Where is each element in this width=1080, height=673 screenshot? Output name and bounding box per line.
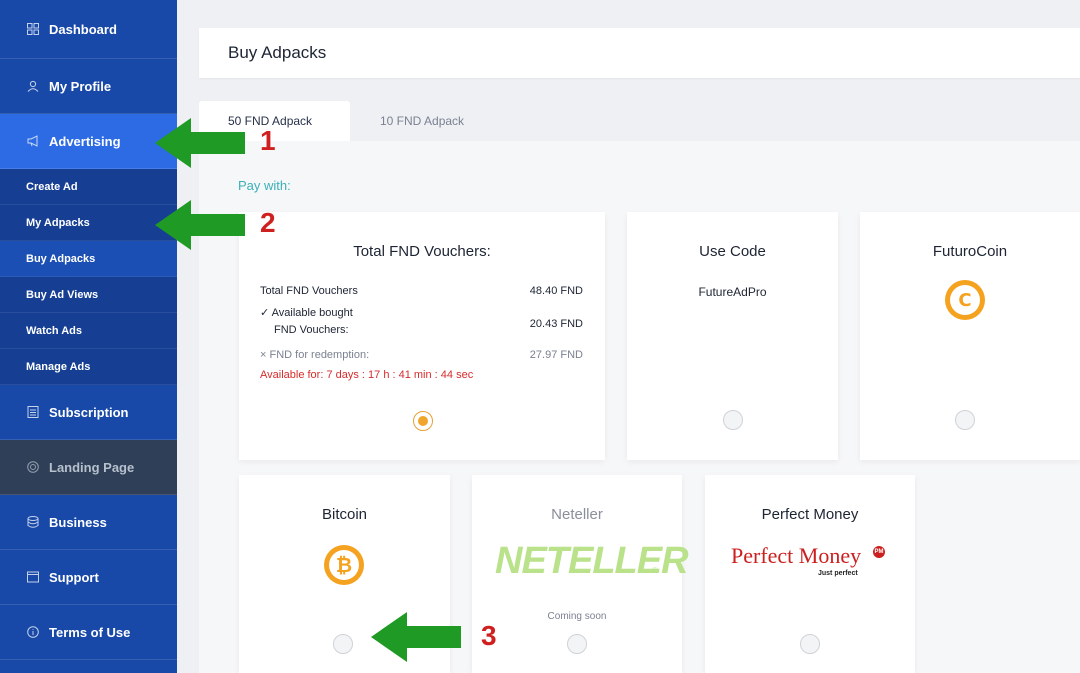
sidebar-item-label: Buy Adpacks: [26, 252, 96, 265]
voucher-available-value: 20.43 FND: [529, 318, 583, 330]
sidebar-item-buy-ad-views[interactable]: Buy Ad Views: [0, 277, 177, 313]
neteller-logo: NETELLER: [495, 540, 689, 582]
radio-bitcoin[interactable]: [333, 634, 353, 654]
database-icon: [26, 515, 40, 529]
sidebar-item-label: My Adpacks: [26, 216, 90, 229]
payment-card-futurocoin[interactable]: FuturoCoin C: [860, 212, 1080, 460]
annotation-number-3: 3: [481, 620, 497, 651]
sidebar: Dashboard My Profile Advertising Create …: [0, 0, 177, 673]
card-title: Neteller: [551, 506, 603, 523]
sidebar-item-advertising[interactable]: Advertising: [0, 114, 177, 169]
pay-with-label: Pay with:: [238, 178, 291, 193]
user-icon: [26, 79, 40, 93]
payment-card-perfect-money[interactable]: Perfect Money: [705, 475, 915, 673]
sidebar-item-label: Buy Ad Views: [26, 288, 99, 301]
sidebar-item-label: Create Ad: [26, 180, 78, 193]
payment-card-use-code[interactable]: Use Code FutureAdPro: [627, 212, 838, 460]
bitcoin-icon: ₿: [324, 545, 364, 585]
perfect-money-tagline: Just perfect: [818, 570, 858, 577]
sidebar-item-watch-ads[interactable]: Watch Ads: [0, 313, 177, 349]
sidebar-item-label: Landing Page: [49, 459, 135, 475]
sidebar-item-label: Manage Ads: [26, 360, 91, 373]
radio-vouchers[interactable]: [413, 411, 433, 431]
card-title: Total FND Vouchers:: [353, 243, 491, 260]
voucher-available-label: ✓ Available bought: [260, 307, 353, 319]
target-icon: [26, 460, 40, 474]
sidebar-item-manage-ads[interactable]: Manage Ads: [0, 349, 177, 385]
perfect-money-badge: PM: [873, 546, 885, 558]
radio-perfect-money[interactable]: [800, 634, 820, 654]
card-title: Perfect Money: [761, 506, 859, 523]
radio-futurocoin[interactable]: [955, 410, 975, 430]
sidebar-item-label: Business: [49, 514, 107, 530]
sidebar-item-label: Dashboard: [49, 21, 117, 37]
sidebar-item-create-ad[interactable]: Create Ad: [0, 169, 177, 205]
neteller-registered-mark: ®: [652, 566, 658, 575]
annotation-number-1: 1: [260, 125, 276, 156]
perfect-money-logo: Perfect Money: [731, 543, 862, 568]
sidebar-item-support[interactable]: Support: [0, 550, 177, 605]
voucher-total-label: Total FND Vouchers: [260, 285, 358, 297]
sidebar-item-label: Subscription: [49, 404, 129, 420]
voucher-available-time: Available for: 7 days : 17 h : 41 min : …: [260, 369, 474, 381]
voucher-available-label-2: FND Vouchers:: [274, 324, 349, 336]
annotation-arrow-3-icon: [371, 612, 461, 662]
sidebar-item-dashboard[interactable]: Dashboard: [0, 0, 177, 59]
sidebar-item-label: My Profile: [49, 78, 112, 94]
sidebar-item-label: Watch Ads: [26, 324, 83, 337]
voucher-redemption-label: × FND for redemption:: [260, 349, 370, 361]
list-icon: [26, 405, 40, 419]
coming-soon-label: Coming soon: [547, 611, 607, 622]
grid-icon: [26, 22, 40, 36]
sidebar-item-subscription[interactable]: Subscription: [0, 385, 177, 440]
code-value: FutureAdPro: [698, 285, 767, 299]
voucher-redemption-value: 27.97 FND: [529, 349, 583, 361]
sidebar-item-label: Advertising: [49, 133, 121, 149]
sidebar-item-my-adpacks[interactable]: My Adpacks: [0, 205, 177, 241]
sidebar-item-business[interactable]: Business: [0, 495, 177, 550]
sidebar-item-buy-adpacks[interactable]: Buy Adpacks: [0, 241, 177, 277]
card-title: Use Code: [699, 243, 766, 260]
voucher-total-value: 48.40 FND: [529, 285, 583, 297]
futurocoin-icon: C: [945, 280, 985, 320]
sidebar-item-label: Support: [49, 569, 99, 585]
window-icon: [26, 570, 40, 584]
sidebar-item-my-profile[interactable]: My Profile: [0, 59, 177, 114]
sidebar-item-label: Terms of Use: [49, 624, 131, 640]
page-title: Buy Adpacks: [228, 43, 327, 62]
annotation-arrow-2-icon: [155, 200, 245, 250]
radio-neteller[interactable]: [567, 634, 587, 654]
info-icon: [26, 625, 40, 639]
sidebar-item-landing-page[interactable]: Landing Page: [0, 440, 177, 495]
annotation-arrow-1-icon: [155, 118, 245, 168]
page-header: Buy Adpacks: [199, 28, 1080, 78]
card-title: Bitcoin: [321, 506, 368, 523]
radio-use-code[interactable]: [723, 410, 743, 430]
card-title: FuturoCoin: [932, 243, 1008, 260]
payment-card-vouchers[interactable]: Total FND Vouchers: Total FND Vouchers 4…: [239, 212, 605, 460]
annotation-number-2: 2: [260, 207, 276, 238]
sidebar-item-terms-of-use[interactable]: Terms of Use: [0, 605, 177, 660]
megaphone-icon: [26, 134, 40, 148]
tab-10-fnd-adpack[interactable]: 10 FND Adpack: [380, 101, 490, 141]
